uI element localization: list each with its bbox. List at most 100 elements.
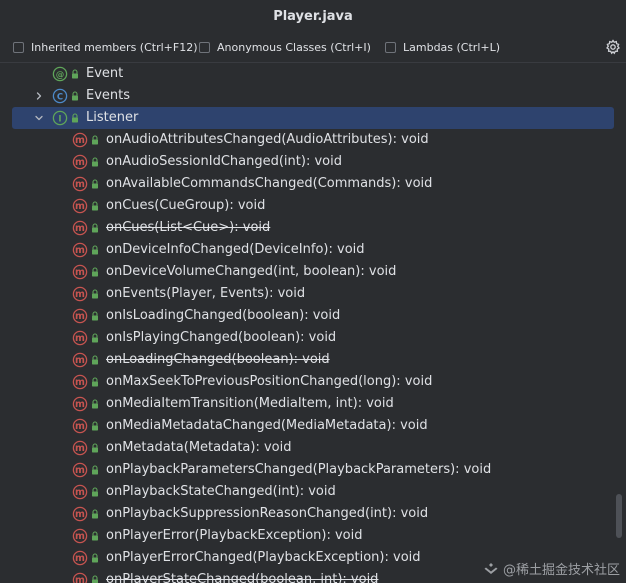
public-lock-icon (92, 289, 98, 299)
vertical-scrollbar[interactable] (616, 494, 622, 538)
svg-text:m: m (75, 311, 85, 322)
method-icon: m (72, 440, 88, 456)
svg-text:m: m (75, 289, 85, 300)
public-lock-icon (92, 201, 98, 211)
tree-row[interactable]: m onLoadingChanged(boolean): void (0, 349, 626, 371)
lambdas-checkbox[interactable] (385, 41, 396, 53)
method-icon: m (72, 462, 88, 478)
svg-text:m: m (75, 399, 85, 410)
chevron-down-icon[interactable] (34, 113, 44, 123)
tree-row[interactable]: m onAudioSessionIdChanged(int): void (0, 151, 626, 173)
tree-row[interactable]: I Listener (0, 107, 626, 129)
method-icon: m (72, 132, 88, 148)
svg-text:m: m (75, 223, 85, 234)
inherited-members-checkbox[interactable] (13, 41, 24, 53)
tree-row[interactable]: m onCues(CueGroup): void (0, 195, 626, 217)
tree-row[interactable]: m onDeviceVolumeChanged(int, boolean): vo… (0, 261, 626, 283)
svg-text:m: m (75, 531, 85, 542)
tree-item-label: onPlayerStateChanged(boolean, int): void (106, 572, 379, 583)
svg-text:m: m (75, 443, 85, 454)
svg-text:m: m (75, 509, 85, 520)
tree-row[interactable]: @ Event (0, 63, 626, 85)
svg-text:m: m (75, 135, 85, 146)
tree-row[interactable]: m onPlayerError(PlaybackException): void (0, 525, 626, 547)
public-lock-icon (92, 531, 98, 541)
popup-title: Player.java (273, 9, 353, 24)
tree-item-label: onIsPlayingChanged(boolean): void (106, 330, 337, 345)
tree-item-label: onMetadata(Metadata): void (106, 440, 292, 455)
tree-item-label: onAvailableCommandsChanged(Commands): vo… (106, 176, 433, 191)
tree-row[interactable]: m onAudioAttributesChanged(AudioAttribute… (0, 129, 626, 151)
svg-text:m: m (75, 553, 85, 564)
svg-text:m: m (75, 179, 85, 190)
anonymous-classes-option[interactable]: Anonymous Classes (Ctrl+I) (199, 34, 371, 60)
lambdas-label: Lambdas (Ctrl+L) (403, 40, 501, 54)
svg-text:m: m (75, 333, 85, 344)
structure-popup: Player.java Inherited members (Ctrl+F12)… (0, 0, 626, 583)
lambdas-option[interactable]: Lambdas (Ctrl+L) (385, 34, 500, 60)
structure-tree[interactable]: @ Event C Events I Listener m onAudioAttributes… (0, 63, 626, 583)
tree-item-label: onAudioAttributesChanged(AudioAttributes… (106, 132, 429, 147)
tree-item-label: onEvents(Player, Events): void (106, 286, 306, 301)
tree-item-label: onMediaItemTransition(MediaItem, int): v… (106, 396, 394, 411)
svg-text:m: m (75, 157, 85, 168)
public-lock-icon (92, 135, 98, 145)
public-lock-icon (72, 69, 78, 79)
svg-text:C: C (57, 92, 63, 102)
tree-item-label: onDeviceInfoChanged(DeviceInfo): void (106, 242, 365, 257)
public-lock-icon (92, 157, 98, 167)
svg-text:m: m (75, 201, 85, 212)
tree-item-label: onMediaMetadataChanged(MediaMetadata): v… (106, 418, 428, 433)
method-icon: m (72, 352, 88, 368)
public-lock-icon (92, 223, 98, 233)
tree-row[interactable]: m onIsPlayingChanged(boolean): void (0, 327, 626, 349)
tree-row[interactable]: m onPlaybackParametersChanged(PlaybackPar… (0, 459, 626, 481)
tree-row[interactable]: m onCues(List<Cue>): void (0, 217, 626, 239)
tree-row[interactable]: m onAvailableCommandsChanged(Commands): v… (0, 173, 626, 195)
public-lock-icon (92, 553, 98, 563)
tree-row[interactable]: m onDeviceInfoChanged(DeviceInfo): void (0, 239, 626, 261)
public-lock-icon (92, 377, 98, 387)
tree-item-label: onLoadingChanged(boolean): void (106, 352, 330, 367)
chevron-right-icon[interactable] (34, 91, 44, 101)
watermark-text: @稀土掘金技术社区 (502, 563, 620, 578)
interface-icon: I (52, 110, 68, 126)
gear-icon[interactable] (605, 39, 621, 55)
inherited-members-option[interactable]: Inherited members (Ctrl+F12) (13, 34, 198, 60)
tree-item-label: onCues(CueGroup): void (106, 198, 266, 213)
tree-item-label: onPlaybackParametersChanged(PlaybackPara… (106, 462, 492, 477)
method-icon: m (72, 374, 88, 390)
public-lock-icon (92, 421, 98, 431)
svg-text:m: m (75, 575, 85, 583)
tree-row[interactable]: m onIsLoadingChanged(boolean): void (0, 305, 626, 327)
anonymous-classes-checkbox[interactable] (199, 41, 210, 53)
svg-text:m: m (75, 245, 85, 256)
tree-row[interactable]: m onMaxSeekToPreviousPositionChanged(long… (0, 371, 626, 393)
tree-item-label: onCues(List<Cue>): void (106, 220, 271, 235)
method-icon: m (72, 550, 88, 566)
method-icon: m (72, 176, 88, 192)
public-lock-icon (92, 487, 98, 497)
watermark: @稀土掘金技术社区 (483, 559, 620, 578)
tree-row[interactable]: m onMediaMetadataChanged(MediaMetadata): … (0, 415, 626, 437)
tree-item-label: onDeviceVolumeChanged(int, boolean): voi… (106, 264, 397, 279)
public-lock-icon (92, 575, 98, 583)
tree-row[interactable]: m onPlaybackStateChanged(int): void (0, 481, 626, 503)
tree-item-label: onPlayerError(PlaybackException): void (106, 528, 363, 543)
svg-text:@: @ (56, 70, 65, 80)
tree-row[interactable]: m onEvents(Player, Events): void (0, 283, 626, 305)
method-icon: m (72, 418, 88, 434)
public-lock-icon (92, 355, 98, 365)
svg-text:m: m (75, 487, 85, 498)
tree-item-label: onAudioSessionIdChanged(int): void (106, 154, 342, 169)
class-icon: C (52, 88, 68, 104)
tree-row[interactable]: m onMediaItemTransition(MediaItem, int): … (0, 393, 626, 415)
tree-row[interactable]: C Events (0, 85, 626, 107)
tree-row[interactable]: m onPlaybackSuppressionReasonChanged(int)… (0, 503, 626, 525)
method-icon: m (72, 242, 88, 258)
tree-item-label: Events (86, 88, 131, 103)
tree-item-label: Listener (86, 110, 139, 125)
method-icon: m (72, 484, 88, 500)
tree-item-label: onIsLoadingChanged(boolean): void (106, 308, 341, 323)
tree-row[interactable]: m onMetadata(Metadata): void (0, 437, 626, 459)
